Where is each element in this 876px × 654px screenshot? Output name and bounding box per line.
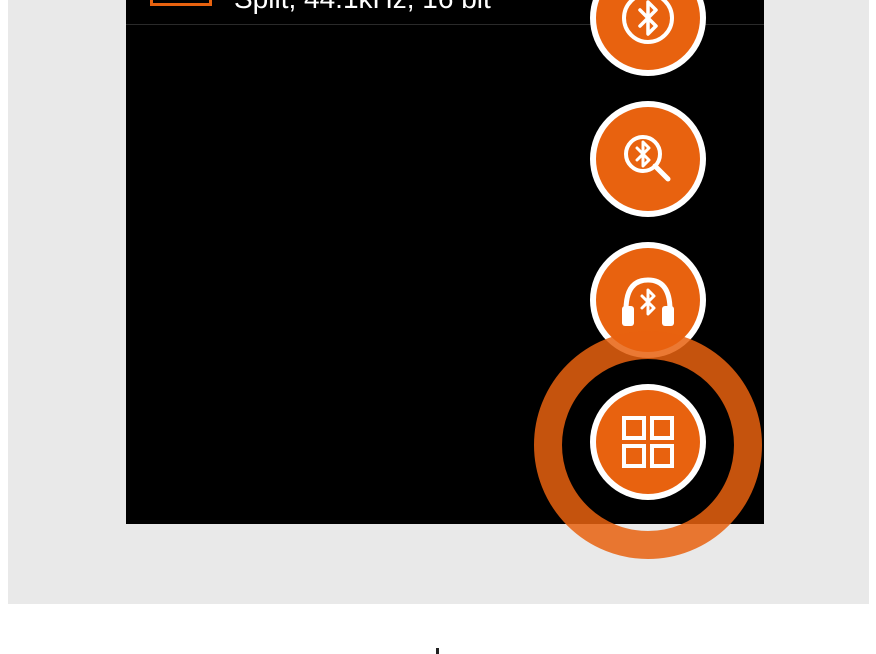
- list-item-label: Split, 44.1kHz, 16 bit: [234, 0, 491, 14]
- device-frame: Split, 44.1kHz, 16 bit: [8, 0, 869, 604]
- bluetooth-search-icon: [624, 135, 671, 182]
- bluetooth-headphones-icon: [622, 277, 674, 326]
- format-badge-icon: [150, 0, 212, 6]
- cursor-mark: [436, 648, 439, 654]
- bluetooth-icon: [622, 0, 674, 44]
- bluetooth-headphones-button[interactable]: [590, 242, 706, 358]
- apps-grid-button[interactable]: [590, 384, 706, 500]
- grid-apps-icon: [622, 416, 674, 468]
- bluetooth-search-button[interactable]: [590, 101, 706, 217]
